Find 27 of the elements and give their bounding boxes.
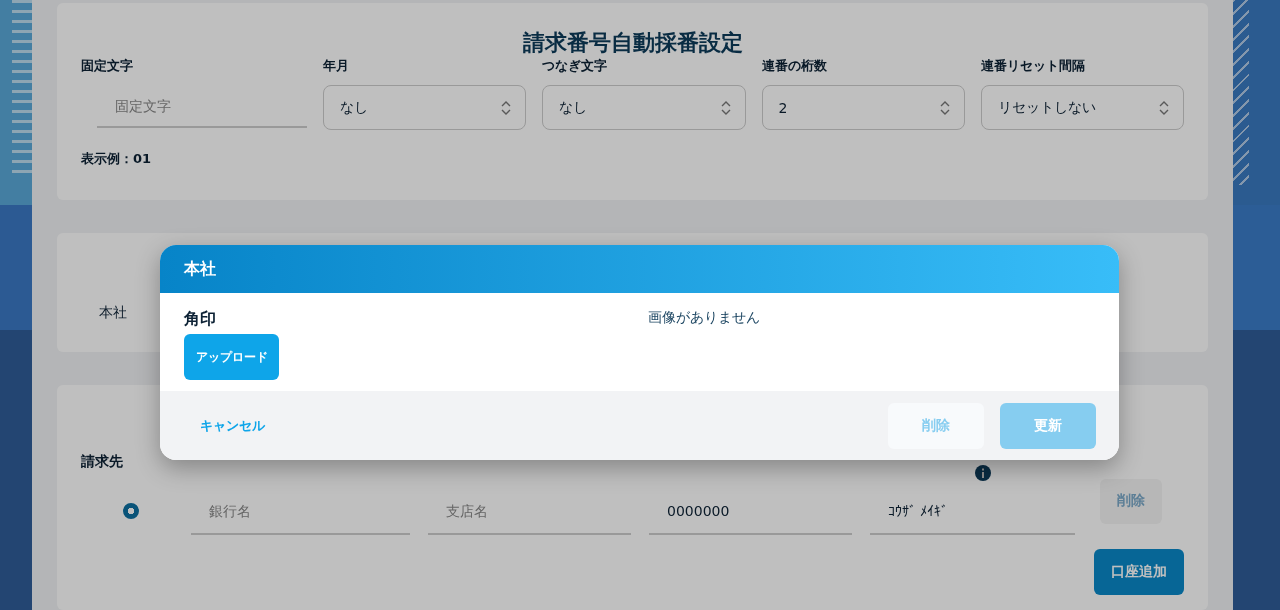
field-label: つなぎ文字 (542, 57, 609, 75)
chevron-icon (939, 99, 950, 116)
stamp-label: 角印 (184, 309, 216, 330)
select-field[interactable]: リセットしない (980, 85, 1184, 130)
image-status: 画像がありません (648, 309, 760, 327)
input-field[interactable]: 銀行名 (191, 489, 410, 535)
field-label: 固定文字 (81, 57, 134, 75)
display-example: 表示例：01 (81, 150, 152, 168)
office-label: 本社 (99, 302, 127, 322)
chevron-icon (720, 99, 731, 116)
field-label: 年月 (323, 57, 350, 75)
input-field[interactable]: ｺｳｻﾞ ﾒｲｷﾞ (870, 489, 1075, 535)
select-field[interactable]: なし (323, 85, 527, 130)
radio-button[interactable] (123, 503, 139, 519)
input-field[interactable]: 固定文字 (97, 85, 307, 128)
info-icon (975, 465, 991, 481)
input-field[interactable]: 支店名 (428, 489, 631, 535)
billing-label: 請求先 (81, 453, 123, 469)
input-field[interactable]: 0000000 (649, 489, 852, 535)
select-field[interactable]: 2 (761, 85, 965, 130)
field-label: 連番の桁数 (761, 57, 828, 75)
field-label: 連番リセット間隔 (980, 57, 1086, 75)
page-title: 請求番号自動採番設定 (521, 29, 744, 57)
chevron-icon (501, 99, 512, 116)
dialog-title: 本社 (184, 258, 216, 280)
select-field[interactable]: なし (542, 85, 746, 130)
chevron-icon (1159, 99, 1169, 116)
